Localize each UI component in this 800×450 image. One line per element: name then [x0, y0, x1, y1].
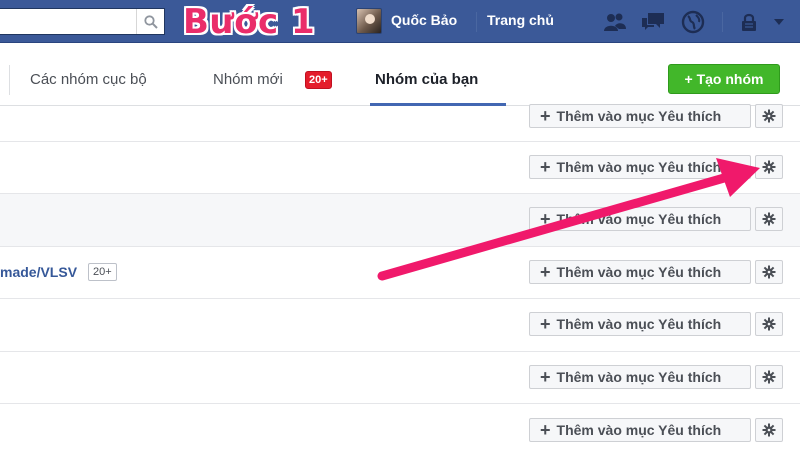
- group-row: made/VLSV 20+ + Thêm vào mục Yêu thích: [0, 247, 800, 299]
- messages-button[interactable]: [638, 8, 668, 36]
- nav-divider: [476, 12, 477, 32]
- friend-requests-button[interactable]: [600, 8, 630, 36]
- add-to-favorites-label: Thêm vào mục Yêu thích: [556, 316, 722, 332]
- group-row: + Thêm vào mục Yêu thích: [0, 194, 800, 247]
- search-icon: [143, 14, 158, 29]
- group-name-link[interactable]: made/VLSV: [0, 264, 77, 280]
- tab-divider: [9, 65, 10, 95]
- plus-icon: +: [540, 367, 551, 387]
- gear-icon: [762, 109, 776, 123]
- add-to-favorites-button[interactable]: + Thêm vào mục Yêu thích: [529, 312, 751, 336]
- group-row: + Thêm vào mục Yêu thích: [0, 142, 800, 194]
- tab-local-groups[interactable]: Các nhóm cục bộ: [30, 71, 147, 88]
- new-groups-count-badge: 20+: [305, 71, 332, 89]
- group-settings-button[interactable]: [755, 418, 783, 442]
- search-input[interactable]: [0, 8, 165, 35]
- gear-icon: [762, 423, 776, 437]
- plus-icon: +: [540, 157, 551, 177]
- plus-icon: +: [540, 262, 551, 282]
- gear-icon: [762, 370, 776, 384]
- group-row: + Thêm vào mục Yêu thích: [0, 352, 800, 404]
- group-settings-button[interactable]: [755, 207, 783, 231]
- add-to-favorites-button[interactable]: + Thêm vào mục Yêu thích: [529, 365, 751, 389]
- group-row: + Thêm vào mục Yêu thích: [0, 299, 800, 352]
- group-settings-button[interactable]: [755, 260, 783, 284]
- plus-icon: +: [540, 314, 551, 334]
- account-settings-button[interactable]: [764, 8, 794, 36]
- home-link[interactable]: Trang chủ: [487, 12, 554, 28]
- notifications-globe-icon: [681, 10, 705, 34]
- add-to-favorites-label: Thêm vào mục Yêu thích: [556, 369, 722, 385]
- gear-icon: [762, 160, 776, 174]
- group-settings-button[interactable]: [755, 104, 783, 128]
- gear-icon: [762, 317, 776, 331]
- add-to-favorites-label: Thêm vào mục Yêu thích: [556, 422, 722, 438]
- create-group-button[interactable]: + Tạo nhóm: [668, 64, 780, 94]
- group-settings-button[interactable]: [755, 155, 783, 179]
- avatar[interactable]: [356, 8, 382, 34]
- top-navigation-bar: Bước 1 Quốc Bảo Trang chủ: [0, 0, 800, 43]
- search-button[interactable]: [136, 9, 164, 34]
- add-to-favorites-label: Thêm vào mục Yêu thích: [556, 264, 722, 280]
- add-to-favorites-button[interactable]: + Thêm vào mục Yêu thích: [529, 418, 751, 442]
- nav-divider: [722, 12, 723, 32]
- group-settings-button[interactable]: [755, 365, 783, 389]
- groups-tab-bar: Các nhóm cục bộ Nhóm mới 20+ Nhóm của bạ…: [0, 44, 800, 106]
- tab-new-groups[interactable]: Nhóm mới: [213, 71, 283, 88]
- add-to-favorites-button[interactable]: + Thêm vào mục Yêu thích: [529, 260, 751, 284]
- settings-chevron-icon: [774, 19, 784, 25]
- add-to-favorites-button[interactable]: + Thêm vào mục Yêu thích: [529, 207, 751, 231]
- add-to-favorites-button[interactable]: + Thêm vào mục Yêu thích: [529, 104, 751, 128]
- profile-link[interactable]: Quốc Bảo: [391, 12, 457, 28]
- plus-icon: +: [540, 420, 551, 440]
- gear-icon: [762, 265, 776, 279]
- step-annotation-label: Bước 1: [183, 2, 316, 42]
- gear-icon: [762, 212, 776, 226]
- group-row: + Thêm vào mục Yêu thích: [0, 104, 800, 142]
- notifications-button[interactable]: [678, 8, 708, 36]
- privacy-shortcuts-button[interactable]: [735, 8, 765, 36]
- group-row: + Thêm vào mục Yêu thích: [0, 404, 800, 450]
- group-post-count-badge: 20+: [88, 263, 117, 281]
- plus-icon: +: [540, 209, 551, 229]
- privacy-lock-icon: [742, 13, 756, 31]
- tab-your-groups[interactable]: Nhóm của bạn: [375, 71, 478, 88]
- add-to-favorites-label: Thêm vào mục Yêu thích: [556, 159, 722, 175]
- add-to-favorites-label: Thêm vào mục Yêu thích: [556, 211, 722, 227]
- add-to-favorites-label: Thêm vào mục Yêu thích: [556, 108, 722, 124]
- add-to-favorites-button[interactable]: + Thêm vào mục Yêu thích: [529, 155, 751, 179]
- plus-icon: +: [540, 106, 551, 126]
- group-settings-button[interactable]: [755, 312, 783, 336]
- friend-requests-icon: [604, 13, 626, 31]
- messages-icon: [642, 13, 664, 30]
